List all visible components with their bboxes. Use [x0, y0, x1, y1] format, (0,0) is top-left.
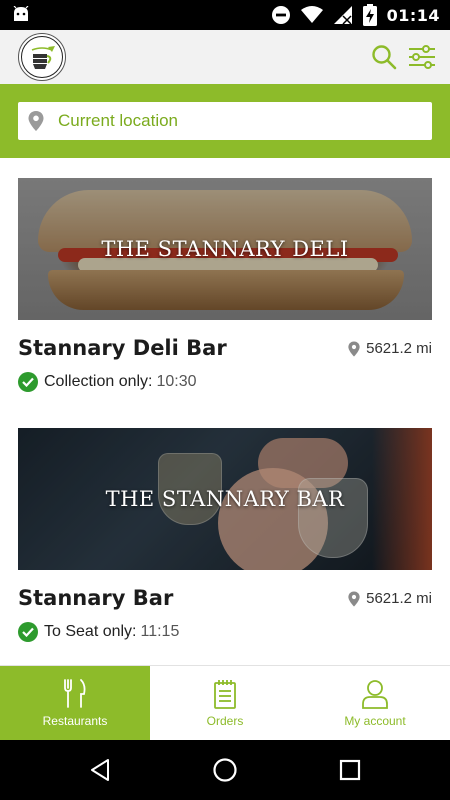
fork-knife-icon	[64, 679, 86, 708]
restaurant-card[interactable]: THE STANNARY DELI Stannary Deli Bar 5621…	[18, 178, 432, 410]
availability-status: Collection only: 10:30	[18, 372, 197, 392]
android-notification-icon	[13, 6, 29, 21]
location-search-bar	[0, 84, 450, 158]
app-logo[interactable]	[18, 33, 66, 81]
app-bar	[0, 30, 450, 84]
app-screen: 01:14 Current location THE STANNARY DELI…	[0, 0, 450, 800]
system-back-button[interactable]	[86, 756, 114, 784]
nav-label: Restaurants	[42, 714, 108, 728]
recents-icon	[339, 759, 361, 781]
home-icon	[213, 758, 237, 782]
signal-icon	[333, 6, 352, 25]
search-icon	[372, 45, 397, 70]
system-home-button[interactable]	[211, 756, 239, 784]
battery-charging-icon	[362, 4, 377, 26]
nav-restaurants[interactable]: Restaurants	[0, 666, 150, 741]
restaurant-banner-title: THE STANNARY DELI	[101, 237, 349, 261]
nav-label: Orders	[206, 714, 244, 728]
system-navigation-bar	[0, 740, 450, 800]
status-time: 01:14	[386, 5, 440, 25]
location-pin-icon	[348, 341, 360, 356]
nav-label: My account	[344, 714, 406, 728]
check-circle-icon	[18, 372, 38, 392]
location-search-box[interactable]	[18, 102, 432, 140]
nav-my-account[interactable]: My account	[300, 666, 450, 741]
restaurant-banner-image[interactable]: THE STANNARY DELI	[18, 178, 432, 320]
system-recents-button[interactable]	[336, 756, 364, 784]
search-button[interactable]	[369, 42, 399, 72]
check-circle-icon	[18, 622, 38, 642]
availability-time: 10:30	[156, 373, 197, 390]
do-not-disturb-icon	[271, 6, 290, 24]
status-icons: 01:14	[271, 0, 440, 30]
restaurant-name[interactable]: Stannary Deli Bar	[18, 336, 227, 360]
restaurant-name[interactable]: Stannary Bar	[18, 586, 173, 610]
user-icon	[362, 680, 388, 709]
availability-label: To Seat only:	[44, 623, 137, 640]
filter-button[interactable]	[407, 42, 437, 72]
distance-value: 5621.2 mi	[366, 590, 432, 607]
nav-orders[interactable]: Orders	[150, 666, 300, 741]
restaurant-banner-title: THE STANNARY BAR	[105, 487, 345, 511]
availability-status: To Seat only: 11:15	[18, 622, 179, 642]
filter-sliders-icon	[409, 45, 435, 69]
availability-label: Collection only:	[44, 373, 153, 390]
restaurant-distance: 5621.2 mi	[348, 590, 432, 607]
wifi-icon	[300, 6, 323, 23]
location-search-input[interactable]	[58, 111, 398, 131]
availability-time: 11:15	[140, 623, 180, 640]
back-icon	[91, 759, 109, 781]
distance-value: 5621.2 mi	[366, 340, 432, 357]
status-bar: 01:14	[0, 0, 450, 30]
restaurant-card[interactable]: THE STANNARY BAR Stannary Bar 5621.2 mi …	[18, 428, 432, 660]
restaurant-distance: 5621.2 mi	[348, 340, 432, 357]
location-pin-icon	[348, 591, 360, 606]
clipboard-icon	[214, 680, 236, 709]
restaurant-banner-image[interactable]: THE STANNARY BAR	[18, 428, 432, 570]
location-pin-icon	[28, 111, 44, 131]
bottom-navigation: Restaurants Orders My account	[0, 665, 450, 741]
restaurant-info: Stannary Deli Bar 5621.2 mi Collection o…	[18, 320, 432, 410]
restaurant-info: Stannary Bar 5621.2 mi To Seat only: 11:…	[18, 570, 432, 660]
